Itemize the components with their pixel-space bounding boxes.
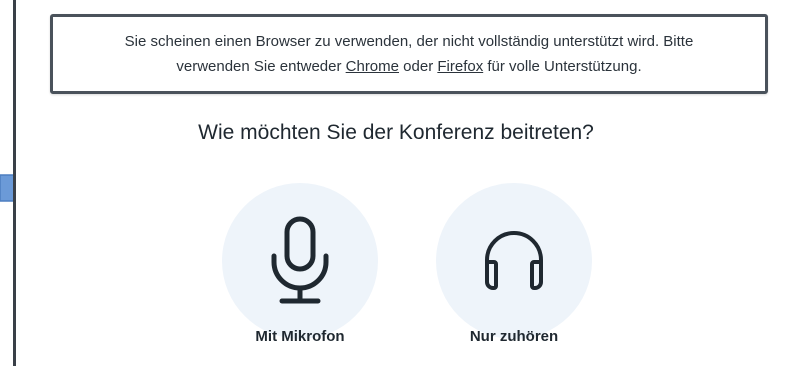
listen-only-button[interactable]: Nur zuhören <box>434 183 594 345</box>
microphone-option-circle[interactable] <box>222 183 378 339</box>
listen-only-option-circle[interactable] <box>436 183 592 339</box>
warning-line-1: Sie scheinen einen Browser zu verwenden,… <box>124 33 694 50</box>
firefox-link[interactable]: Firefox <box>437 58 483 75</box>
microphone-option-label: Mit Mikrofon <box>255 328 345 345</box>
join-with-microphone-button[interactable]: Mit Mikrofon <box>220 183 380 345</box>
warning-line-2-suffix: für volle Unterstützung. <box>483 58 642 75</box>
warning-line-2-prefix: verwenden Sie entweder <box>176 58 346 75</box>
listen-only-option-label: Nur zuhören <box>469 328 559 345</box>
join-title: Wie möchten Sie der Konferenz beitreten? <box>198 121 594 144</box>
browser-warning-banner: Sie scheinen einen Browser zu verwenden,… <box>50 14 768 94</box>
headphones-icon <box>485 231 543 290</box>
warning-middle-text: oder <box>399 58 438 75</box>
microphone-icon <box>271 216 329 304</box>
chrome-link[interactable]: Chrome <box>346 58 399 75</box>
